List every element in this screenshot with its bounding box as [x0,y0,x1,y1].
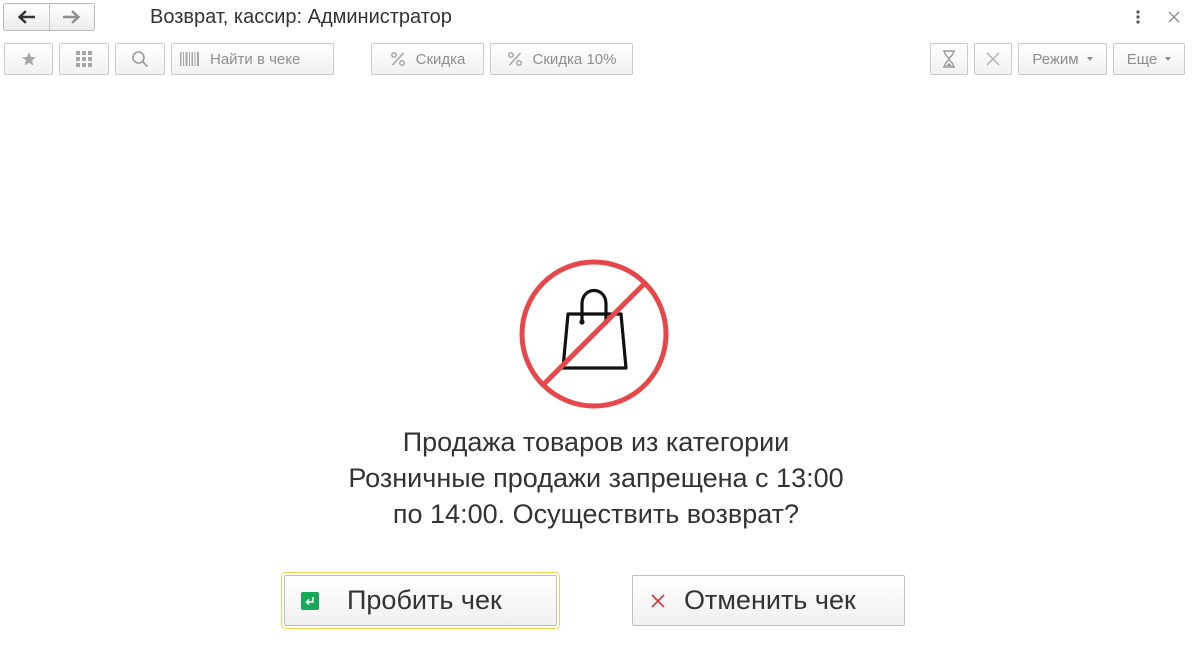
chevron-down-icon [1165,57,1172,61]
close-window-button[interactable] [1163,6,1185,28]
close-icon [648,591,668,611]
back-button[interactable] [4,4,49,30]
close-icon [986,52,1000,66]
favorite-button[interactable] [4,43,53,75]
clear-receipt-button[interactable] [974,43,1012,75]
mode-label: Режим [1032,50,1079,68]
print-receipt-label: Пробить чек [347,585,502,615]
search-button[interactable] [115,43,165,75]
vertical-ellipsis-icon [1136,10,1140,24]
barcode-icon [180,51,200,67]
postpone-receipt-button[interactable] [930,43,968,75]
discount-10-label: Скидка 10% [532,50,617,68]
no-shopping-bag-icon [516,256,672,417]
star-icon [21,51,37,67]
return-warning-message: Продажа товаров из категории Розничные п… [348,427,844,529]
return-receipt-window: Возврат, кассир: Администратор Найти в ч… [0,0,1192,670]
grid-icon [75,50,93,68]
navigation-buttons [3,3,95,31]
window-title: Возврат, кассир: Администратор [150,6,452,28]
print-receipt-button[interactable]: Пробить чек [281,572,560,629]
cancel-receipt-label: Отменить чек [684,585,856,615]
discount-button[interactable]: Скидка [371,43,484,75]
cancel-receipt-button[interactable]: Отменить чек [632,575,905,626]
find-in-receipt-label: Найти в чеке [210,50,301,68]
discount-label: Скидка [415,50,466,68]
more-label: Еще [1126,50,1158,68]
hourglass-icon [942,50,956,68]
more-options-button[interactable] [1127,6,1149,28]
more-actions-dropdown[interactable]: Еще [1113,43,1185,75]
arrow-right-icon [62,10,81,24]
product-grid-button[interactable] [59,43,109,75]
chevron-down-icon [1086,57,1093,61]
arrow-left-icon [17,10,36,24]
discount-10-button[interactable]: Скидка 10% [490,43,633,75]
enter-key-icon [300,591,320,611]
find-in-receipt-button[interactable]: Найти в чеке [171,43,334,75]
search-icon [131,50,149,68]
forward-button[interactable] [48,4,95,30]
mode-dropdown[interactable]: Режим [1018,43,1107,75]
percent-icon [507,51,523,67]
percent-icon [390,51,406,67]
close-icon [1168,11,1180,23]
